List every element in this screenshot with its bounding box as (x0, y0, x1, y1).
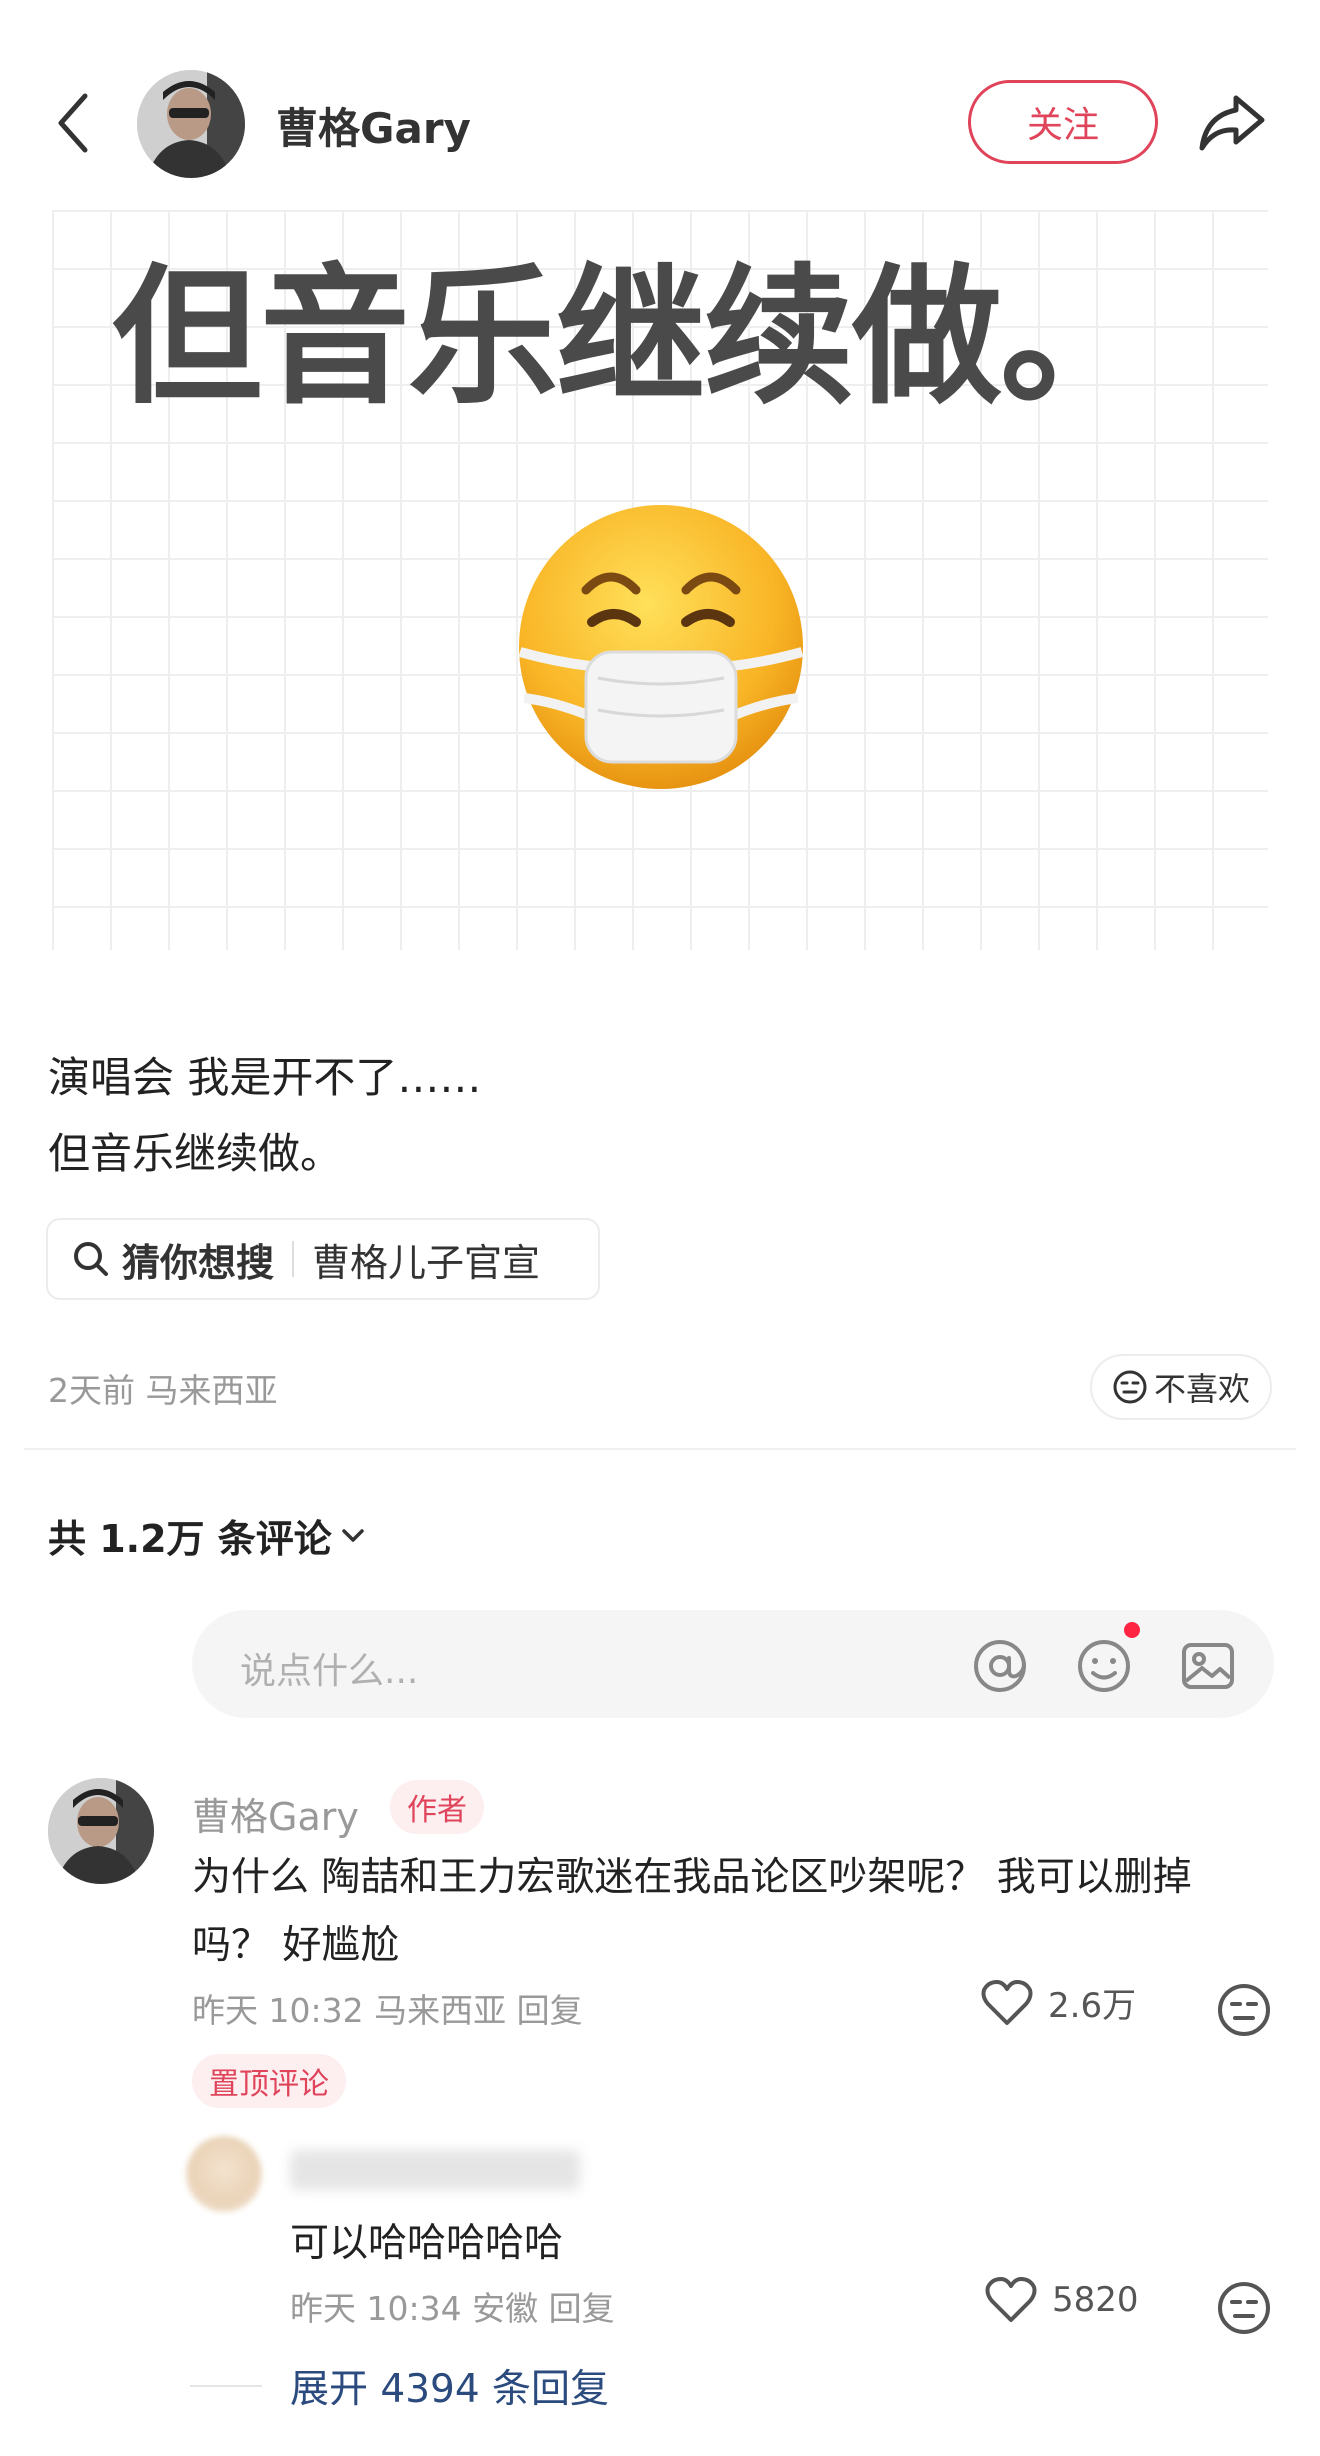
section-divider (24, 1448, 1296, 1450)
comment-meta[interactable]: 昨天 10:32 马来西亚 回复 (192, 1984, 583, 2032)
image-headline: 但音乐继续做。 (112, 251, 1150, 425)
comment-input-placeholder: 说点什么... (240, 1651, 419, 1692)
post-body-line-1: 演唱会 我是开不了…… (48, 1053, 482, 1102)
dislike-button[interactable]: 不喜欢 (1090, 1354, 1272, 1420)
reply-author-name-blurred[interactable] (290, 2150, 580, 2190)
comment-input[interactable]: 说点什么... (192, 1610, 1274, 1718)
comment-text-line-2: 吗？ 好尴尬 (192, 1923, 400, 1968)
author-avatar[interactable] (137, 70, 245, 178)
reply-like-button[interactable]: 5820 (984, 2276, 1139, 2324)
emoji-icon[interactable] (1074, 1636, 1134, 1696)
reply-like-count: 5820 (1052, 2280, 1139, 2320)
dislike-label: 不喜欢 (1153, 1370, 1250, 1408)
at-mention-icon[interactable] (970, 1636, 1030, 1696)
post-header: 曹格Gary 关注 (0, 0, 1320, 210)
notification-dot (1124, 1622, 1140, 1638)
search-suggestion-keyword[interactable]: 曹格儿子官宣 (312, 1232, 540, 1287)
post-meta: 2天前 马来西亚 (48, 1371, 278, 1410)
expand-replies-button[interactable]: 展开 4394 条回复 (190, 2358, 609, 2414)
comment-text-line-1: 为什么 陶喆和王力宏歌迷在我品论区吵架呢？ 我可以删掉 (192, 1855, 1192, 1900)
comments-count-toggle[interactable]: 共 1.2万 条评论 (48, 1508, 366, 1563)
reply-text: 可以哈哈哈哈哈 (290, 2221, 564, 2266)
heart-icon (981, 1979, 1033, 2025)
divider (190, 2385, 262, 2387)
divider (292, 1241, 295, 1277)
neutral-face-icon[interactable] (1214, 1980, 1274, 2040)
comments-count-label: 共 1.2万 条评论 (48, 1517, 332, 1561)
follow-button[interactable]: 关注 (968, 80, 1158, 164)
post-image[interactable]: 但音乐继续做。 (52, 210, 1268, 950)
reply-meta[interactable]: 昨天 10:34 安徽 回复 (290, 2282, 615, 2330)
neutral-face-icon[interactable] (1214, 2278, 1274, 2338)
pinned-comment-badge: 置顶评论 (192, 2054, 346, 2108)
comment-like-count: 2.6万 (1048, 1986, 1137, 2026)
back-button[interactable] (48, 88, 98, 158)
neutral-face-icon (1113, 1370, 1147, 1404)
expand-replies-label: 展开 4394 条回复 (290, 2367, 610, 2412)
search-icon (74, 1242, 108, 1276)
author-name[interactable]: 曹格Gary (276, 95, 471, 156)
heart-icon (985, 2277, 1037, 2322)
comment-like-button[interactable]: 2.6万 (980, 1978, 1136, 2027)
share-icon (1199, 95, 1265, 151)
share-button[interactable] (1196, 88, 1266, 158)
reply-avatar[interactable] (186, 2136, 262, 2212)
chevron-down-icon (342, 1528, 364, 1542)
commenter-name[interactable]: 曹格Gary (192, 1786, 359, 1841)
post-body-line-2: 但音乐继续做。 (48, 1129, 343, 1178)
chevron-left-icon (58, 93, 88, 153)
author-badge: 作者 (390, 1780, 484, 1834)
face-with-mask-emoji (516, 502, 806, 792)
commenter-avatar[interactable] (48, 1778, 154, 1884)
image-icon[interactable] (1178, 1636, 1238, 1696)
search-suggestion-label: 猜你想搜 (122, 1240, 275, 1285)
search-suggestion-chip[interactable]: 猜你想搜 曹格儿子官宣 (46, 1218, 600, 1300)
